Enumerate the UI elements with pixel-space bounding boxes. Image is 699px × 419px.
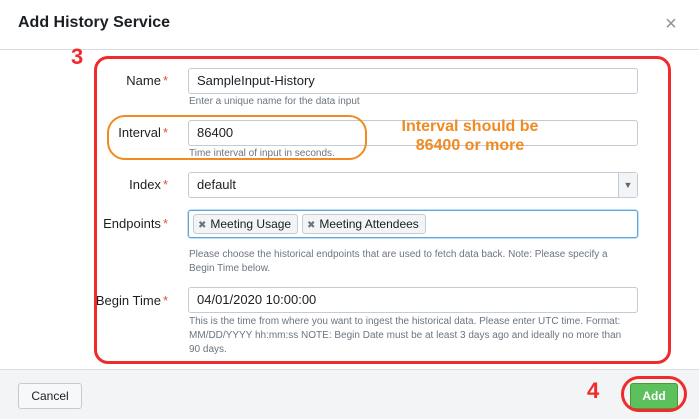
annotation-step-3: 3: [71, 44, 84, 69]
dialog-title: Add History Service: [18, 14, 171, 31]
annotation-form-box: [94, 56, 671, 364]
dialog-header: Add History Service ×: [0, 0, 699, 50]
cancel-button[interactable]: Cancel: [18, 383, 82, 409]
close-icon[interactable]: ×: [660, 13, 682, 35]
annotation-note-line-1: Interval should be: [401, 118, 539, 135]
annotation-interval-oval: [107, 115, 367, 160]
annotation-step-4: 4: [587, 378, 600, 403]
annotation-add-ring: [621, 376, 687, 412]
annotation-note-line-2: 86400 or more: [415, 137, 525, 154]
add-history-service-dialog: Add History Service × Name * SampleInput-…: [0, 0, 699, 419]
